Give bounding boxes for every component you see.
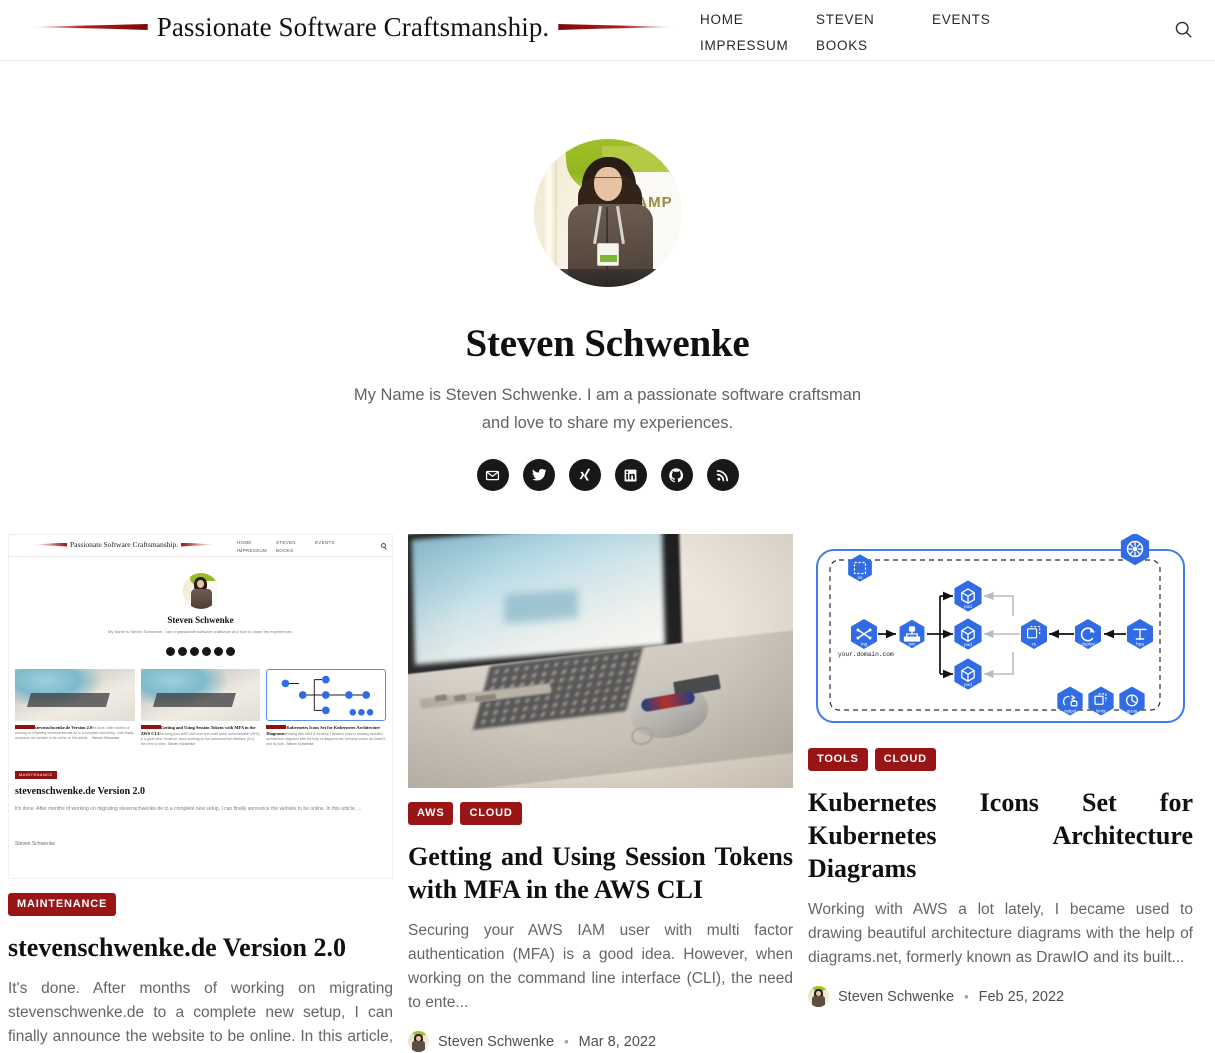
nav-item-events[interactable]: EVENTS (932, 7, 1048, 33)
svg-text:svc: svc (909, 642, 917, 647)
diagram-node-deploy: deploy (1075, 619, 1101, 649)
rss-icon[interactable] (706, 459, 739, 491)
avatar-photo: RCAMP (533, 139, 682, 287)
svg-text:netpol: netpol (1064, 708, 1075, 713)
post-byline: Steven Schwenke • Feb 25, 2022 (808, 986, 1193, 1007)
logo-swoosh-right-icon (558, 21, 673, 33)
post-title[interactable]: Kubernetes Icons Set for Kubernetes Arch… (808, 786, 1193, 885)
diagram-node-hpa: hpa (1127, 619, 1153, 649)
post-author: Steven Schwenke (438, 1033, 555, 1050)
social-links (476, 459, 739, 491)
xing-icon[interactable] (568, 459, 601, 491)
tag-cloud[interactable]: CLOUD (460, 802, 522, 825)
diagram-node-pod: pod (954, 580, 982, 612)
diagram-node-rs: rs (1021, 619, 1047, 649)
site-logo-text: Passionate Software Craftsmanship. (156, 12, 550, 42)
svg-text:deploy: deploy (1081, 642, 1095, 647)
page-title: Steven Schwenke (465, 322, 750, 365)
post-date: Mar 8, 2022 (578, 1033, 657, 1050)
diagram-node-pod: pod (954, 658, 982, 690)
post-tags: MAINTENANCE (8, 893, 393, 916)
main-navigation: HOME STEVEN EVENTS IMPRESSUM BOOKS (700, 0, 1155, 59)
svg-text:ing: ing (861, 642, 868, 647)
post-author: Steven Schwenke (838, 988, 955, 1005)
post-thumbnail-homepage-screenshot[interactable]: Passionate Software Craftsmanship. HOME … (8, 534, 393, 879)
diagram-node-svc: svc (899, 619, 925, 649)
tag-aws[interactable]: AWS (408, 802, 454, 825)
author-avatar (808, 986, 829, 1007)
linkedin-icon[interactable] (614, 459, 647, 491)
logo-swoosh-left-icon (33, 21, 148, 33)
diagram-node-pod: pod (954, 618, 982, 650)
svg-text:hpa: hpa (1136, 642, 1144, 647)
search-icon[interactable] (1170, 16, 1196, 42)
tag-maintenance[interactable]: MAINTENANCE (8, 893, 117, 916)
tag-tools[interactable]: TOOLS (808, 748, 868, 771)
twitter-icon[interactable] (522, 459, 555, 491)
author-avatar (408, 1031, 429, 1052)
post-excerpt: Working with AWS a lot lately, I became … (808, 901, 1193, 966)
k8s-logo-node (1120, 534, 1150, 566)
post-title[interactable]: Getting and Using Session Tokens with MF… (408, 840, 793, 906)
nav-item-home[interactable]: HOME (700, 7, 816, 33)
diagram-node-ns: ns (848, 554, 872, 582)
mini-logo-text: Passionate Software Craftsmanship. (70, 540, 179, 549)
post-tags: AWS CLOUD (408, 802, 793, 825)
github-icon[interactable] (660, 459, 693, 491)
nav-item-steven[interactable]: STEVEN (816, 7, 932, 33)
mini-homepage-screenshot: Passionate Software Craftsmanship. HOME … (9, 535, 392, 878)
site-logo[interactable]: Passionate Software Craftsmanship. (18, 7, 688, 47)
post-grid: Passionate Software Craftsmanship. HOME … (0, 534, 1215, 1053)
tag-cloud[interactable]: CLOUD (874, 748, 936, 771)
post-byline: Steven Schwenke • Mar 8, 2022 (408, 1031, 793, 1052)
laptop-token-photo (408, 534, 793, 788)
post-date: Feb 25, 2022 (978, 988, 1065, 1005)
post-excerpt: It's done. After months of working on mi… (8, 980, 393, 1053)
post-card: Passionate Software Craftsmanship. HOME … (8, 534, 393, 1053)
hero-tagline: My Name is Steven Schwenke. I am a passi… (353, 386, 862, 432)
nav-item-books[interactable]: BOOKS (816, 33, 932, 59)
post-thumbnail-kubernetes-diagram[interactable]: ns ing your.domain.com svc pod pod pod r… (808, 534, 1193, 734)
svg-text:pod: pod (964, 642, 972, 647)
byline-separator: • (964, 989, 969, 1004)
hero-section: RCAMP Steven Schwenke My Name is Steven … (0, 61, 1215, 491)
diagram-node-limits: limits (1088, 686, 1114, 716)
diagram-node-quota: quota (1119, 686, 1145, 716)
post-title[interactable]: stevenschwenke.de Version 2.0 (8, 931, 393, 964)
post-card: ns ing your.domain.com svc pod pod pod r… (808, 534, 1193, 1007)
nav-item-impressum[interactable]: IMPRESSUM (700, 33, 816, 59)
diagram-node-ing: ing (851, 619, 877, 649)
diagram-node-netpol: netpol (1057, 686, 1083, 716)
post-excerpt: Securing your AWS IAM user with multi fa… (408, 922, 793, 1011)
site-header: Passionate Software Craftsmanship. HOME … (0, 0, 1215, 61)
svg-text:quota: quota (1127, 708, 1138, 713)
diagram-domain-label: your.domain.com (838, 651, 894, 658)
svg-text:pod: pod (964, 604, 972, 609)
svg-text:ns: ns (858, 575, 864, 580)
svg-text:pod: pod (964, 682, 972, 687)
post-thumbnail-laptop-photo[interactable] (408, 534, 793, 788)
post-card: AWS CLOUD Getting and Using Session Toke… (408, 534, 793, 1052)
email-icon[interactable] (476, 459, 509, 491)
svg-text:limits: limits (1096, 708, 1106, 713)
post-tags: TOOLS CLOUD (808, 748, 1193, 771)
avatar: RCAMP (533, 139, 682, 287)
kubernetes-architecture-diagram: ns ing your.domain.com svc pod pod pod r… (808, 534, 1193, 734)
byline-separator: • (564, 1034, 569, 1049)
